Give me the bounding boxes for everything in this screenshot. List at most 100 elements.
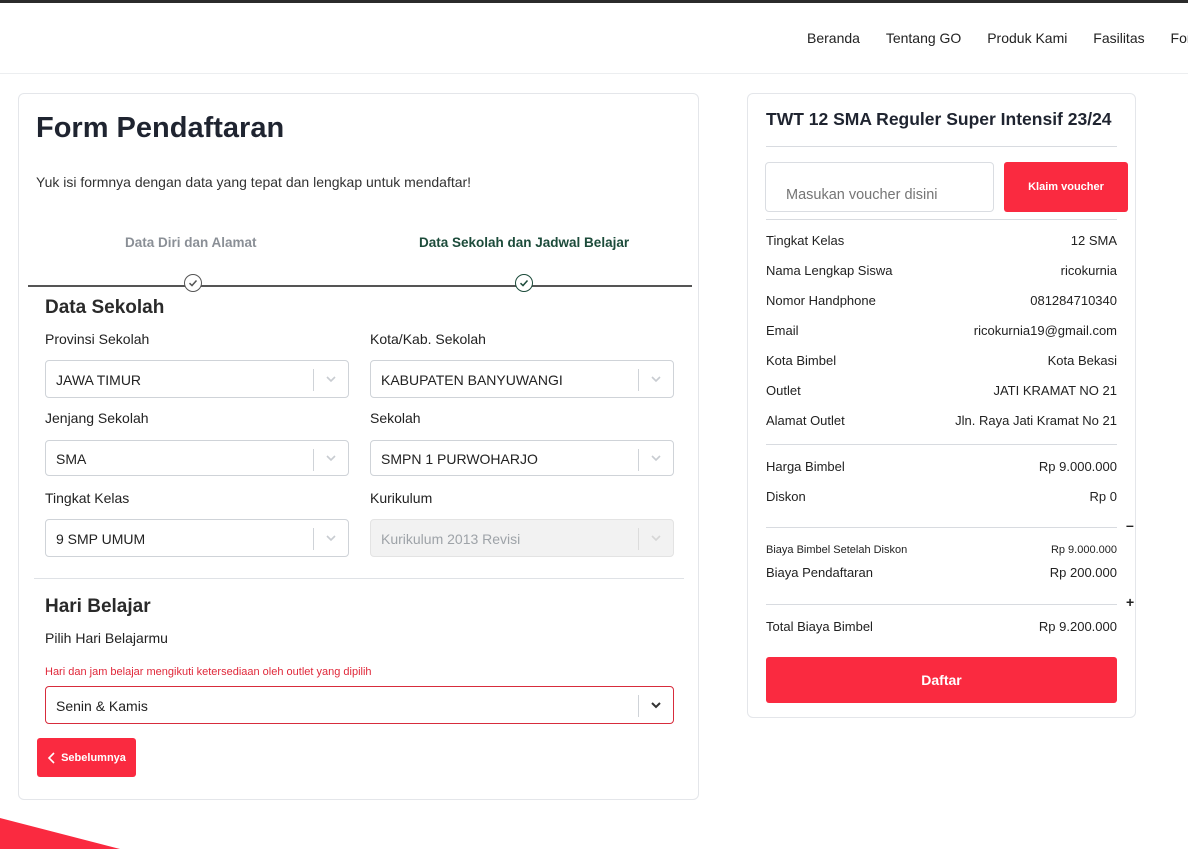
claim-voucher-button[interactable]: Klaim voucher [1004,162,1128,212]
select-separator [638,695,639,717]
field-label-province: Provinsi Sekolah [45,331,150,347]
detail-value: Kota Bekasi [1047,353,1117,368]
select-separator [638,528,639,550]
detail-label: Nama Lengkap Siswa [766,263,893,278]
registration-fee-value: Rp 200.000 [1049,565,1117,580]
section-divider [34,578,684,579]
minus-sign: – [1126,517,1134,533]
package-title: TWT 12 SMA Reguler Super Intensif 23/24 [766,109,1112,129]
divider [766,444,1117,445]
detail-label: Alamat Outlet [766,413,845,428]
detail-label: Email [766,323,799,338]
chevron-down-icon [651,376,661,383]
province-value: JAWA TIMUR [56,372,142,388]
divider [766,146,1117,147]
submit-register-button[interactable]: Daftar [766,657,1117,703]
after-discount-label: Biaya Bimbel Setelah Diskon [766,544,908,556]
detail-row: Tingkat Kelas 12 SMA [766,233,1117,248]
select-separator [638,449,639,471]
price-value: Rp 9.000.000 [1038,459,1117,474]
registration-fee-label: Biaya Pendaftaran [766,565,873,580]
level-select[interactable]: SMA [45,440,349,476]
detail-label: Kota Bimbel [766,353,837,368]
detail-row: Nama Lengkap Siswa ricokurnia [766,263,1117,278]
discount-label: Diskon [766,489,806,504]
registration-form-card: Form Pendaftaran Yuk isi formnya dengan … [18,93,699,800]
nav-item-fasilitas[interactable]: Fasilitas [1093,30,1144,46]
detail-value: Jln. Raya Jati Kramat No 21 [955,413,1117,428]
page-subtitle: Yuk isi formnya dengan data yang tepat d… [36,174,472,190]
level-value: SMA [56,451,87,467]
site-header: Beranda Tentang GO Produk Kami Fasilitas… [0,3,1188,74]
detail-row: Email ricokurnia19@gmail.com [766,323,1117,338]
nav-item-beranda[interactable]: Beranda [807,30,860,46]
field-label-grade: Tingkat Kelas [45,490,130,506]
total-row: Total Biaya Bimbel Rp 9.200.000 [766,619,1117,634]
select-separator [313,528,314,550]
detail-value: JATI KRAMAT NO 21 [993,383,1117,398]
chevron-down-icon [326,455,336,462]
city-value: KABUPATEN BANYUWANGI [381,372,563,388]
curriculum-select: Kurikulum 2013 Revisi [370,519,674,557]
order-summary-card: TWT 12 SMA Reguler Super Intensif 23/24 … [747,93,1136,718]
detail-row: Alamat Outlet Jln. Raya Jati Kramat No 2… [766,413,1117,428]
price-row: Harga Bimbel Rp 9.000.000 [766,459,1117,474]
chevron-down-icon [651,702,661,709]
detail-value: ricokurnia19@gmail.com [973,323,1117,338]
plus-sign: + [1126,594,1135,610]
main-nav: Beranda Tentang GO Produk Kami Fasilitas… [807,30,1188,46]
divider [766,219,1117,220]
city-select[interactable]: KABUPATEN BANYUWANGI [370,360,674,398]
grade-select[interactable]: 9 SMP UMUM [45,519,349,557]
province-select[interactable]: JAWA TIMUR [45,360,349,398]
school-value: SMPN 1 PURWOHARJO [381,451,538,467]
discount-row: Diskon Rp 0 [766,489,1117,504]
field-label-school: Sekolah [370,410,421,426]
discount-value: Rp 0 [1089,489,1117,504]
after-discount-value: Rp 9.000.000 [1050,544,1117,556]
field-label-curriculum: Kurikulum [370,490,433,506]
step-check-icon [515,274,533,292]
detail-row: Outlet JATI KRAMAT NO 21 [766,383,1117,398]
school-select[interactable]: SMPN 1 PURWOHARJO [370,440,674,476]
detail-row: Kota Bimbel Kota Bekasi [766,353,1117,368]
curriculum-value: Kurikulum 2013 Revisi [381,531,521,547]
study-day-value: Senin & Kamis [56,698,148,714]
total-value: Rp 9.200.000 [1038,619,1117,634]
detail-value: 12 SMA [1070,233,1117,248]
detail-row: Nomor Handphone 081284710340 [766,293,1117,308]
voucher-input[interactable] [765,162,994,212]
chevron-down-icon [326,535,336,542]
page-title: Form Pendaftaran [36,112,285,144]
select-separator [313,369,314,391]
grade-value: 9 SMP UMUM [56,531,146,547]
previous-button[interactable]: Sebelumnya [37,738,136,777]
section-title-days: Hari Belajar [45,596,151,617]
divider [766,527,1117,528]
total-label: Total Biaya Bimbel [766,619,873,634]
study-day-select[interactable]: Senin & Kamis [45,686,674,724]
chevron-down-icon [651,455,661,462]
registration-fee-row: Biaya Pendaftaran Rp 200.000 [766,565,1117,580]
price-label: Harga Bimbel [766,459,845,474]
section-title-school: Data Sekolah [45,297,165,318]
select-separator [313,449,314,471]
step-label-personal[interactable]: Data Diri dan Alamat [125,235,257,250]
field-label-city: Kota/Kab. Sekolah [370,331,486,347]
divider [766,604,1117,605]
nav-item-produk[interactable]: Produk Kami [987,30,1067,46]
nav-item-formulir[interactable]: Formulir [1171,30,1188,46]
nav-item-tentang[interactable]: Tentang GO [886,30,962,46]
field-label-level: Jenjang Sekolah [45,410,149,426]
chevron-left-icon [47,751,55,764]
detail-label: Tingkat Kelas [766,233,845,248]
field-label-days: Pilih Hari Belajarmu [45,630,168,646]
chevron-down-icon [651,535,661,542]
chevron-down-icon [326,376,336,383]
detail-label: Outlet [766,383,801,398]
after-discount-row: Biaya Bimbel Setelah Diskon Rp 9.000.000 [766,544,1117,556]
step-check-icon [184,274,202,292]
detail-label: Nomor Handphone [766,293,876,308]
step-label-school[interactable]: Data Sekolah dan Jadwal Belajar [419,235,629,250]
detail-value: ricokurnia [1060,263,1117,278]
